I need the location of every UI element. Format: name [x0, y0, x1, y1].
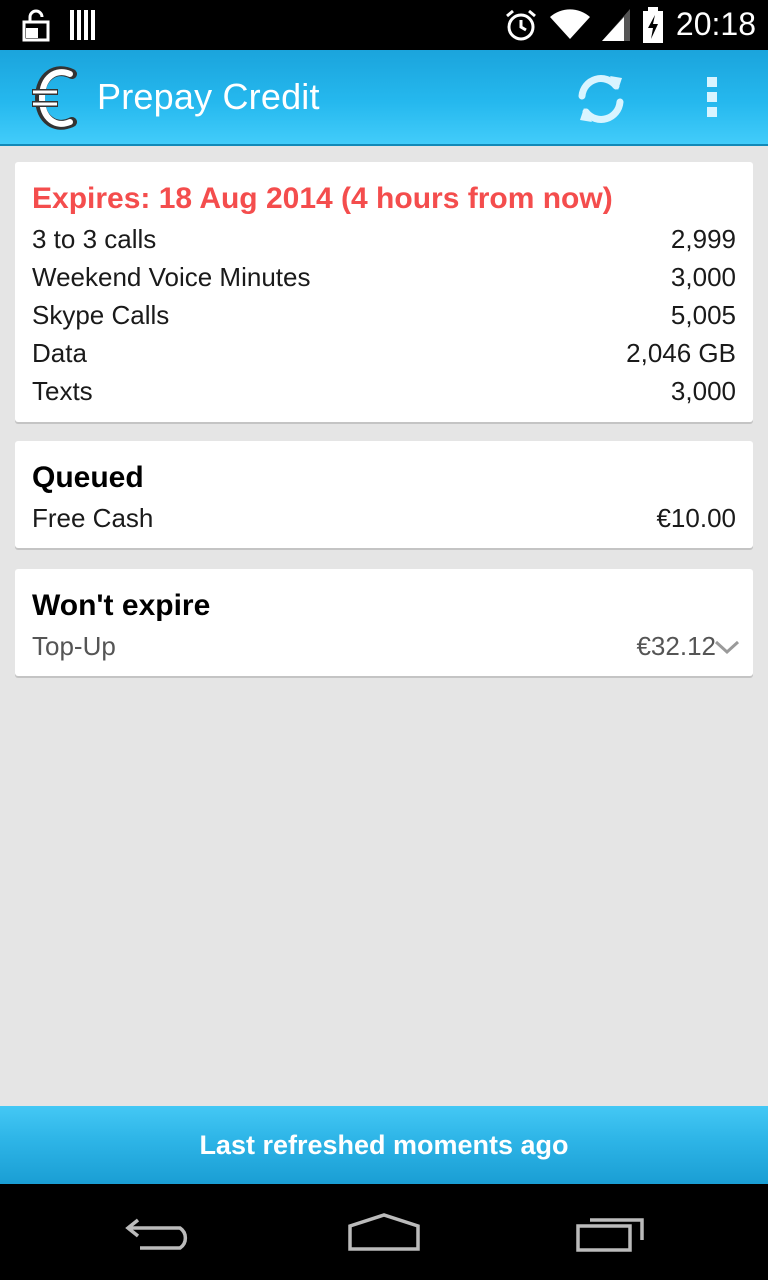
list-item: Weekend Voice Minutes 3,000 — [32, 262, 736, 300]
lock-icon — [22, 9, 50, 42]
item-value: 5,005 — [670, 300, 736, 330]
expiring-bundle-card: Expires: 18 Aug 2014 (4 hours from now) … — [15, 162, 753, 422]
list-item: Skype Calls 5,005 — [32, 300, 736, 338]
item-label: Data — [32, 338, 87, 368]
wont-expire-card: Won't expire Top-Up €32.12 — [15, 569, 753, 676]
battery-charging-icon — [642, 6, 663, 43]
refresh-status-footer: Last refreshed moments ago — [0, 1106, 768, 1184]
app-title: Prepay Credit — [97, 76, 320, 117]
refresh-icon[interactable] — [572, 70, 630, 128]
item-label: Free Cash — [32, 503, 154, 533]
list-item: Data 2,046 GB — [32, 338, 736, 376]
recent-apps-icon[interactable] — [574, 1212, 648, 1252]
item-label: Top-Up — [32, 631, 116, 661]
action-bar: Prepay Credit — [0, 50, 768, 146]
home-icon[interactable] — [346, 1212, 422, 1252]
list-item: 3 to 3 calls 2,999 — [32, 224, 736, 262]
chevron-down-icon[interactable] — [714, 639, 740, 655]
alarm-icon — [505, 9, 536, 40]
overflow-menu-icon[interactable] — [690, 72, 734, 126]
card-heading: Won't expire — [32, 589, 211, 622]
status-clock: 20:18 — [675, 6, 756, 42]
item-value: 3,000 — [670, 376, 736, 406]
item-value: 2,999 — [670, 224, 736, 254]
wifi-icon — [549, 8, 590, 39]
item-value: €10.00 — [656, 503, 736, 533]
refresh-status-text: Last refreshed moments ago — [199, 1130, 569, 1160]
card-heading: Queued — [32, 461, 144, 494]
list-item: Texts 3,000 — [32, 376, 736, 414]
status-bar: 20:18 — [0, 0, 768, 50]
list-item: Free Cash €10.00 — [32, 503, 736, 541]
item-value: 2,046 GB — [626, 338, 736, 368]
barcode-icon — [70, 10, 95, 40]
queued-card: Queued Free Cash €10.00 — [15, 441, 753, 548]
signal-icon — [601, 8, 630, 41]
item-value: 3,000 — [670, 262, 736, 292]
item-label: Skype Calls — [32, 300, 170, 330]
expiry-label: Expires: 18 Aug 2014 (4 hours from now) — [32, 182, 613, 215]
navigation-bar — [0, 1184, 768, 1280]
euro-logo-icon — [32, 66, 77, 130]
back-icon[interactable] — [124, 1212, 196, 1252]
item-label: 3 to 3 calls — [32, 224, 157, 254]
topup-row[interactable]: Top-Up €32.12 — [32, 631, 740, 669]
item-label: Texts — [32, 376, 93, 406]
item-label: Weekend Voice Minutes — [32, 262, 311, 292]
item-value: €32.12 — [636, 631, 716, 661]
